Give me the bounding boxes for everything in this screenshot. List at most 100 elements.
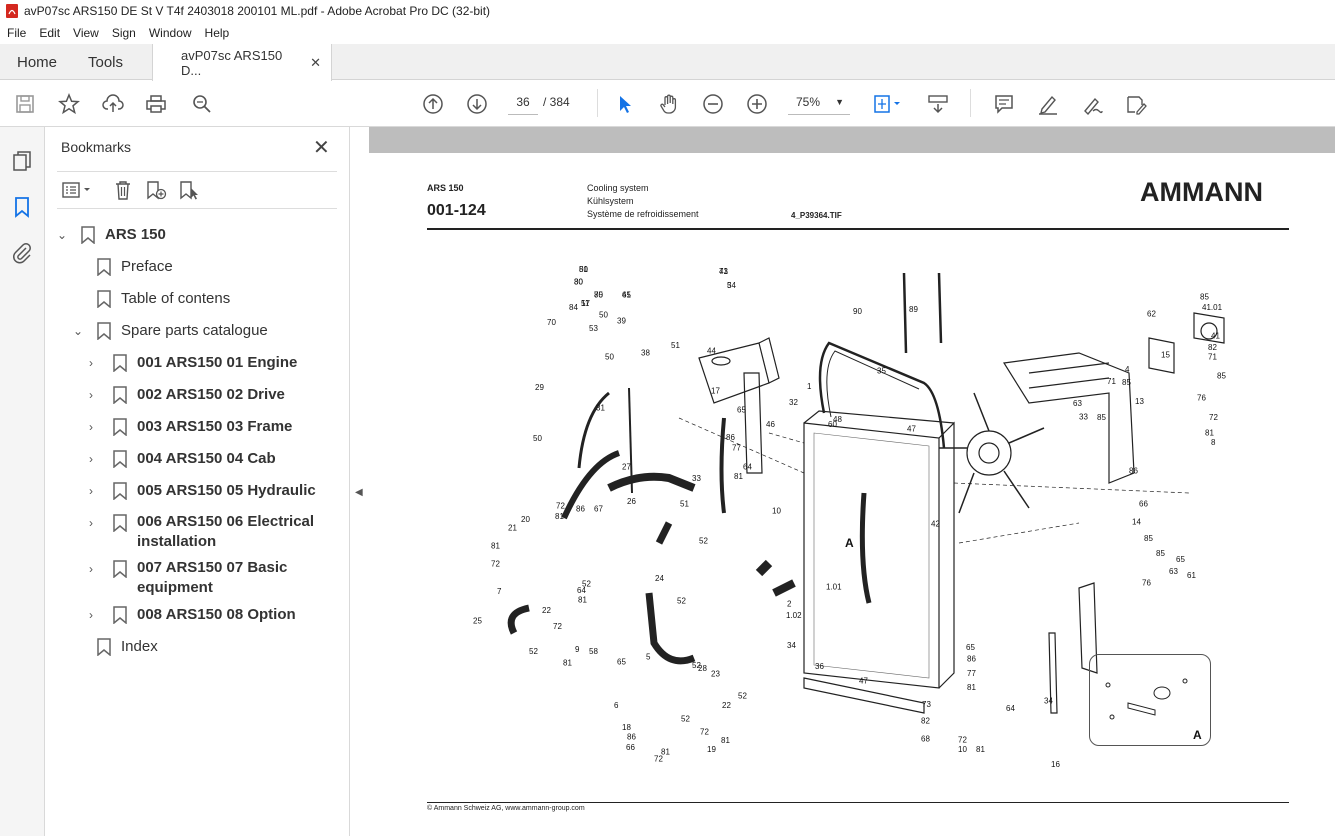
close-icon[interactable]: ✕	[313, 135, 330, 160]
chevron-right-icon[interactable]: ›	[89, 562, 103, 576]
header-rule	[427, 228, 1289, 230]
part-callout: 86	[967, 655, 976, 664]
document-viewer[interactable]: ARS 150 001-124 Cooling system Kühlsyste…	[369, 127, 1335, 836]
edit-sign-icon[interactable]	[1124, 92, 1148, 116]
part-callout: 82	[921, 716, 930, 725]
part-callout: 89	[909, 305, 918, 314]
part-callout: 85	[1122, 378, 1131, 387]
part-callout: 85	[1156, 549, 1165, 558]
tab-home[interactable]: Home	[17, 44, 57, 80]
select-cursor-icon[interactable]	[613, 92, 637, 116]
zoom-in-icon[interactable]	[745, 92, 769, 116]
hand-tool-icon[interactable]	[657, 92, 681, 116]
search-zoom-icon[interactable]	[190, 92, 214, 116]
upload-cloud-icon[interactable]	[101, 92, 125, 116]
part-callout: 64	[1006, 704, 1015, 713]
menu-sign[interactable]: Sign	[105, 26, 142, 40]
zoom-out-icon[interactable]	[701, 92, 725, 116]
tab-document[interactable]: avP07sc ARS150 D... ✕	[152, 44, 332, 81]
zoom-select[interactable]: 75% ▼	[788, 89, 850, 115]
part-callout: 82	[1208, 343, 1217, 352]
delete-bookmark-icon[interactable]	[112, 179, 134, 201]
part-callout: 81	[555, 512, 564, 521]
bookmark-item[interactable]: Index	[73, 638, 158, 656]
chevron-right-icon[interactable]: ›	[89, 516, 103, 530]
bookmark-item[interactable]: › 007 ARS150 07 Basic equipment	[89, 559, 329, 598]
image-reference: 4_P39364.TIF	[791, 211, 842, 220]
part-callout: 10	[958, 745, 967, 754]
part-callout: 23	[711, 670, 720, 679]
menu-window[interactable]: Window	[142, 26, 198, 40]
bookmark-item[interactable]: › 005 ARS150 05 Hydraulic	[89, 482, 316, 500]
save-icon[interactable]	[13, 92, 37, 116]
chevron-right-icon[interactable]: ›	[89, 356, 103, 370]
bookmark-label: 003 ARS150 03 Frame	[137, 418, 293, 435]
bookmark-item[interactable]: › 006 ARS150 06 Electrical installation	[89, 513, 329, 552]
chevron-right-icon[interactable]: ›	[89, 420, 103, 434]
page-thumbnails-icon[interactable]	[10, 149, 34, 173]
draw-pen-icon[interactable]	[1080, 92, 1104, 116]
part-callout: 51	[680, 500, 689, 509]
bookmark-item[interactable]: ⌄ ARS 150	[57, 226, 166, 244]
chevron-right-icon[interactable]: ›	[89, 388, 103, 402]
part-callout: 6	[614, 701, 619, 710]
chevron-down-icon[interactable]: ⌄	[73, 324, 87, 338]
part-callout: 81	[734, 472, 743, 481]
part-callout: 86	[1129, 466, 1138, 475]
part-callout: 67	[594, 504, 603, 513]
close-tab-icon[interactable]: ✕	[310, 55, 321, 71]
star-icon[interactable]	[57, 92, 81, 116]
part-callout: 52	[738, 692, 747, 701]
comment-icon[interactable]	[992, 92, 1016, 116]
menu-help[interactable]: Help	[198, 26, 236, 40]
bookmark-item[interactable]: Preface	[73, 258, 173, 276]
fit-page-icon[interactable]	[872, 92, 904, 116]
bookmark-label: 004 ARS150 04 Cab	[137, 450, 276, 467]
bookmark-item[interactable]: › 004 ARS150 04 Cab	[89, 450, 276, 468]
part-callout: 85	[1097, 413, 1106, 422]
bookmark-icon[interactable]	[10, 195, 34, 219]
bookmark-item[interactable]: › 002 ARS150 02 Drive	[89, 386, 285, 404]
tab-tools[interactable]: Tools	[88, 44, 123, 80]
part-callout: 22	[722, 701, 731, 710]
next-page-icon[interactable]	[465, 92, 489, 116]
zoom-value: 75%	[796, 95, 821, 109]
chevron-right-icon[interactable]: ›	[89, 484, 103, 498]
part-callout: 16	[1051, 760, 1060, 769]
part-callout: 64	[743, 463, 752, 472]
previous-page-icon[interactable]	[421, 92, 445, 116]
print-icon[interactable]	[144, 92, 168, 116]
part-callout: 81	[976, 745, 985, 754]
collapse-panel-icon[interactable]: ◀	[355, 487, 363, 498]
attachment-icon[interactable]	[10, 241, 34, 265]
page-number-input[interactable]: 36	[508, 89, 538, 115]
new-bookmark-icon[interactable]	[145, 179, 167, 201]
bookmark-item[interactable]: › 008 ARS150 08 Option	[89, 606, 296, 624]
bookmark-item[interactable]: › 001 ARS150 01 Engine	[89, 354, 297, 372]
menu-view[interactable]: View	[66, 26, 105, 40]
bookmark-search-icon[interactable]	[178, 179, 200, 201]
chevron-right-icon[interactable]: ›	[89, 452, 103, 466]
highlight-pen-icon[interactable]	[1036, 92, 1060, 116]
options-menu-icon[interactable]	[61, 179, 95, 201]
bookmark-item[interactable]: › 003 ARS150 03 Frame	[89, 418, 292, 436]
panel-splitter[interactable]: ◀	[350, 127, 369, 836]
detail-marker: A	[845, 536, 854, 550]
part-callout: 19	[707, 745, 716, 754]
part-callout: 47	[907, 425, 916, 434]
part-callout: 27	[622, 463, 631, 472]
title-de: Kühlsystem	[587, 196, 634, 206]
menu-file[interactable]: File	[0, 26, 32, 40]
bookmark-item[interactable]: Table of contens	[73, 290, 230, 308]
part-callout: 72	[491, 560, 500, 569]
scroll-mode-icon[interactable]	[926, 92, 950, 116]
chevron-down-icon[interactable]: ⌄	[57, 228, 71, 242]
part-callout: 65	[617, 657, 626, 666]
menu-edit[interactable]: Edit	[32, 26, 66, 40]
part-callout: 50	[605, 352, 614, 361]
bookmark-item[interactable]: ⌄ Spare parts catalogue	[73, 322, 268, 340]
part-callout: 26	[627, 497, 636, 506]
toolbar-separator	[970, 89, 971, 117]
chevron-right-icon[interactable]: ›	[89, 608, 103, 622]
part-callout: 81	[721, 736, 730, 745]
